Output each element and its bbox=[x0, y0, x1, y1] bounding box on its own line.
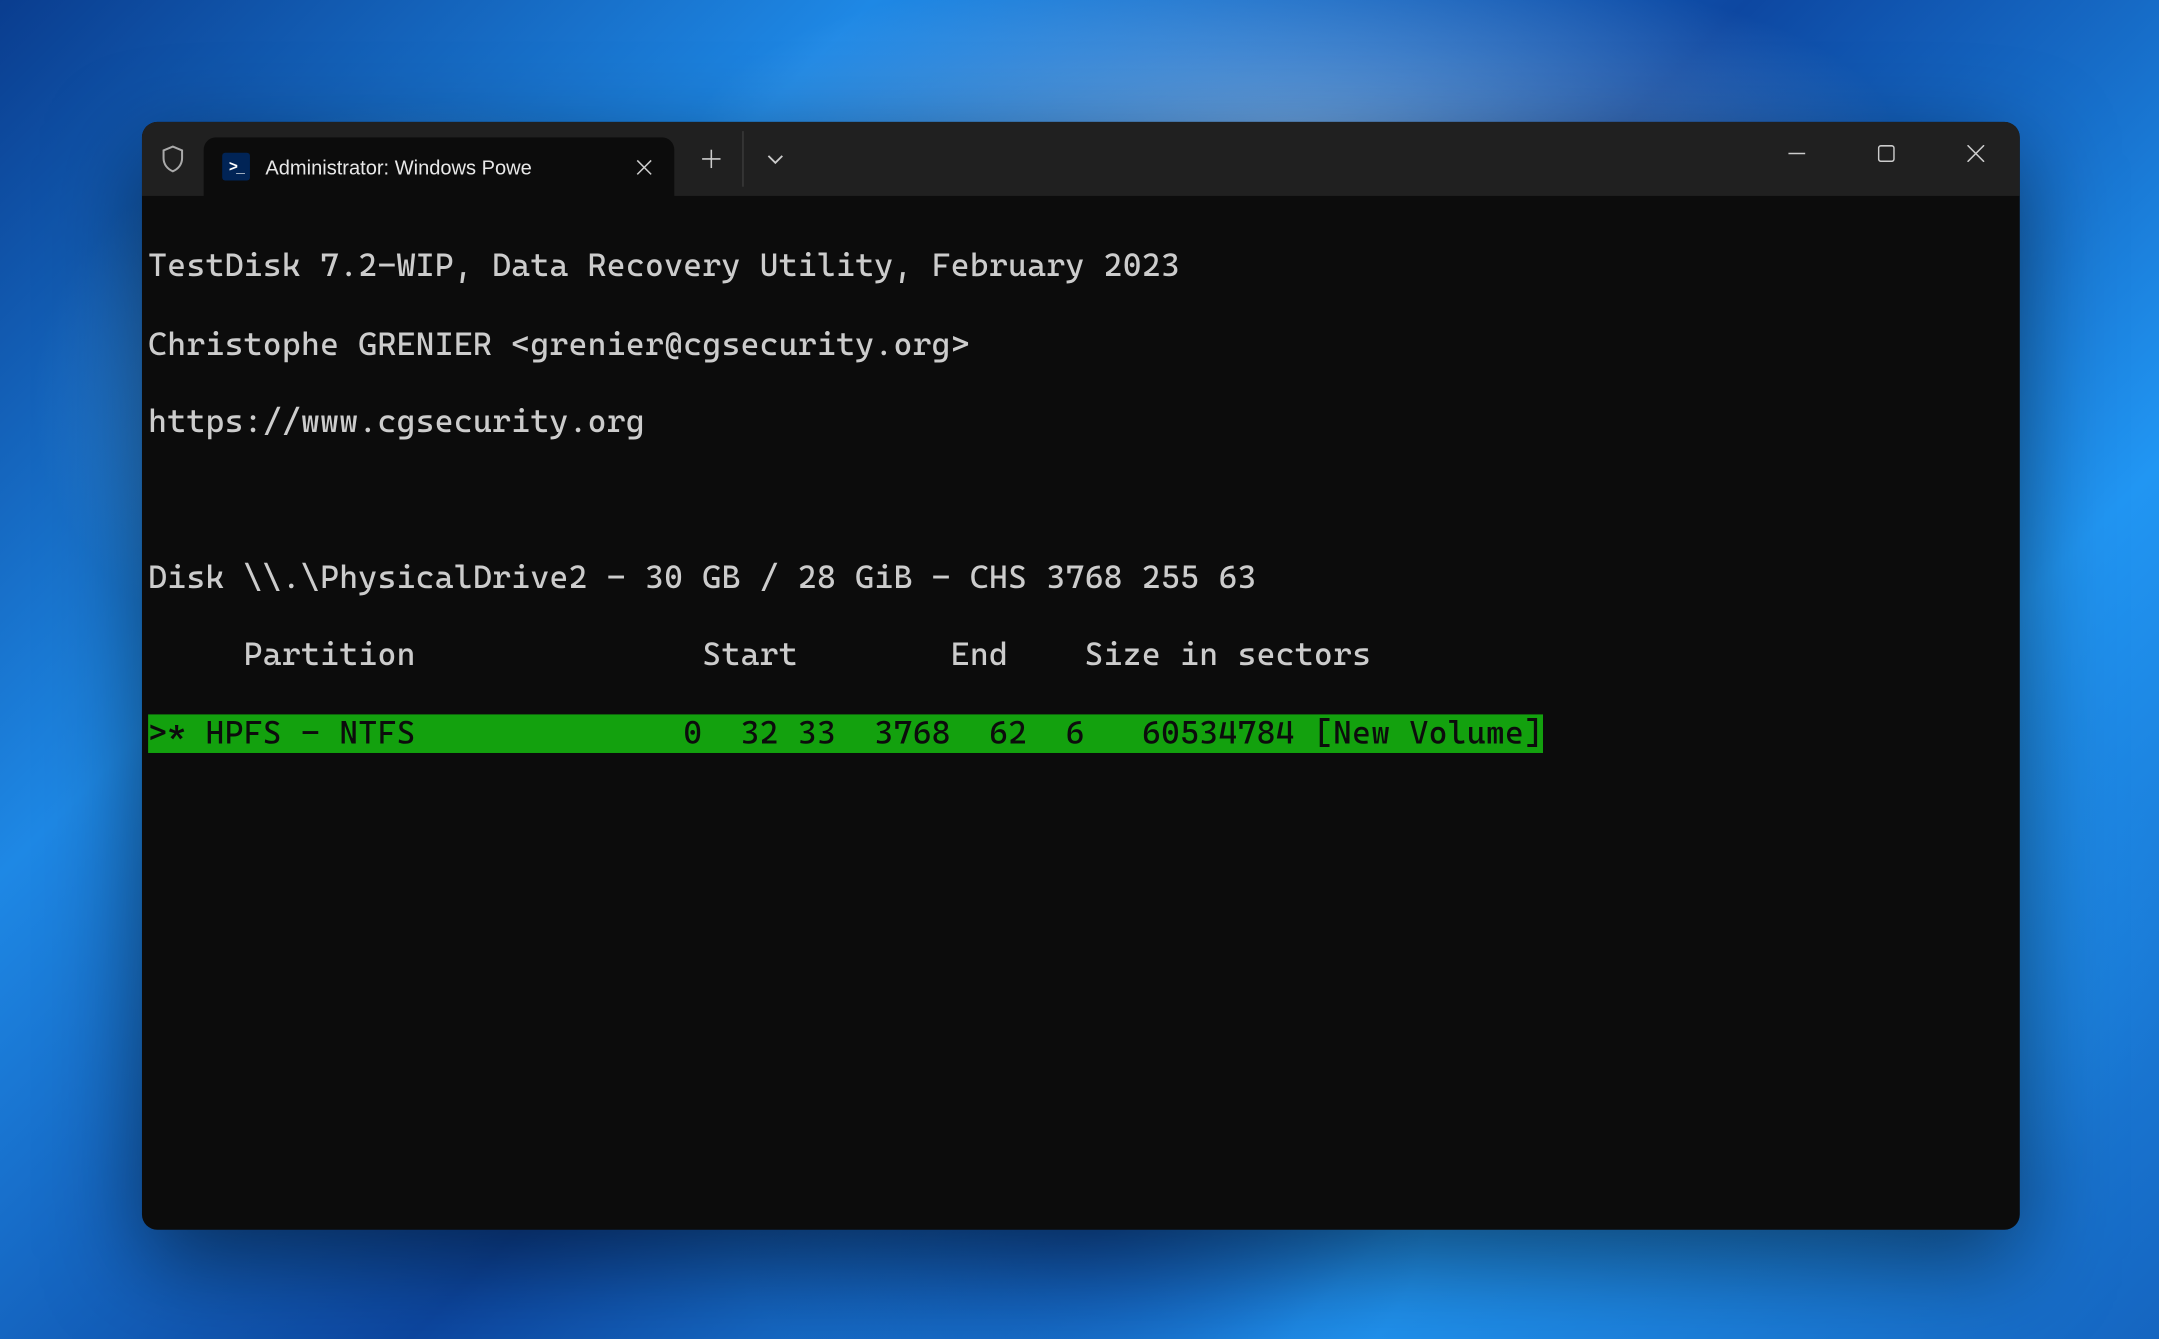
tab-powershell[interactable]: Administrator: Windows Powe bbox=[204, 137, 675, 196]
terminal-window: Administrator: Windows Powe TestDisk 7.2… bbox=[142, 122, 2020, 1230]
blank-line bbox=[148, 481, 2020, 520]
tab-dropdown-button[interactable] bbox=[742, 131, 798, 187]
close-button[interactable] bbox=[1930, 122, 2019, 184]
shield-icon bbox=[142, 145, 204, 173]
tab-title: Administrator: Windows Powe bbox=[265, 155, 612, 178]
header-line-3: https://www.cgsecurity.org bbox=[148, 403, 2020, 442]
header-line-2: Christophe GRENIER <grenier@cgsecurity.o… bbox=[148, 325, 2020, 364]
minimize-button[interactable] bbox=[1751, 122, 1840, 184]
maximize-button[interactable] bbox=[1841, 122, 1930, 184]
powershell-icon bbox=[222, 153, 250, 181]
header-line-1: TestDisk 7.2-WIP, Data Recovery Utility,… bbox=[148, 247, 2020, 286]
disk-info-line: Disk \\.\PhysicalDrive2 - 30 GB / 28 GiB… bbox=[148, 558, 2020, 597]
terminal-output[interactable]: TestDisk 7.2-WIP, Data Recovery Utility,… bbox=[142, 196, 2020, 1230]
partition-row-text: >* HPFS - NTFS 0 32 33 3768 62 6 6053478… bbox=[148, 714, 1543, 753]
new-tab-button[interactable] bbox=[684, 131, 740, 187]
empty-region bbox=[148, 792, 2020, 1218]
partition-table-header: Partition Start End Size in sectors bbox=[148, 636, 2020, 675]
window-controls bbox=[1751, 122, 2019, 184]
titlebar[interactable]: Administrator: Windows Powe bbox=[142, 122, 2020, 196]
tab-close-button[interactable] bbox=[628, 151, 659, 182]
partition-row-selected[interactable]: >* HPFS - NTFS 0 32 33 3768 62 6 6053478… bbox=[148, 714, 2020, 753]
